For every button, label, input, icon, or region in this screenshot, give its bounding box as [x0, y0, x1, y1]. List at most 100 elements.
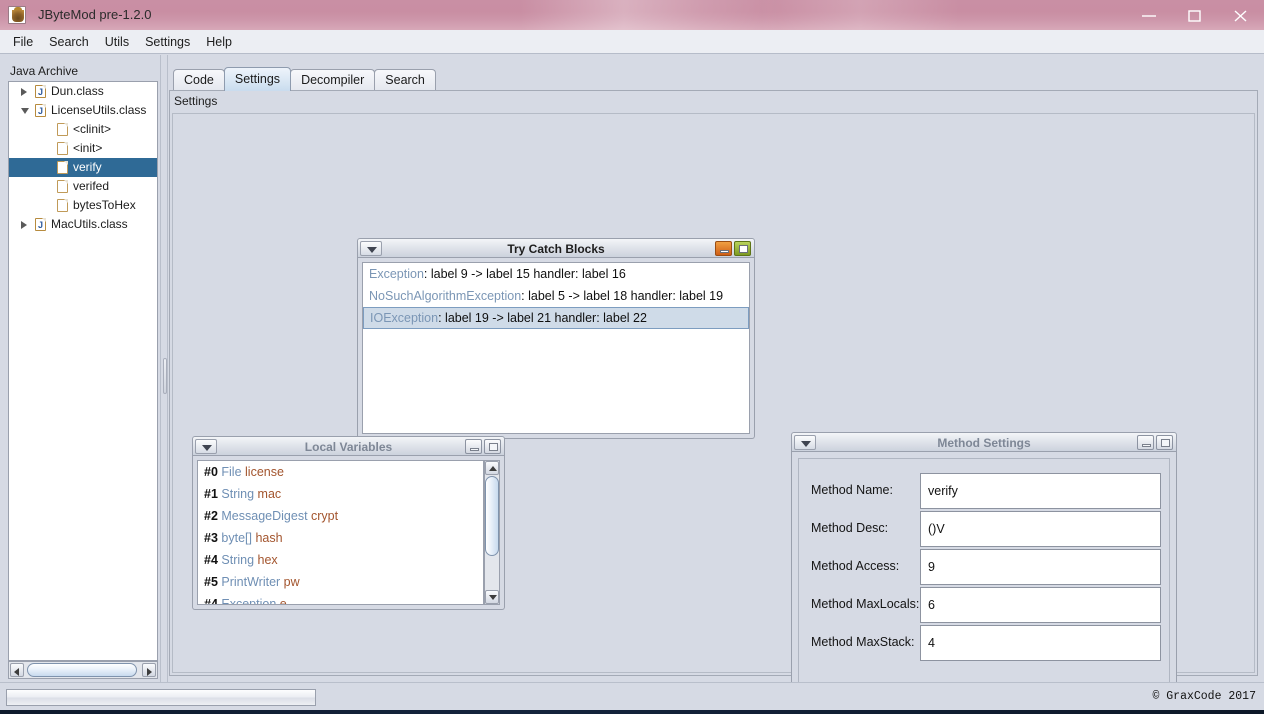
local-variable-type: byte[] [221, 531, 256, 545]
split-pane-divider[interactable] [160, 55, 168, 682]
menu-item-help[interactable]: Help [199, 33, 239, 51]
field-input-methodmaxstack[interactable]: 4 [920, 625, 1161, 661]
tree-item-label: <init> [73, 141, 103, 155]
try-catch-row[interactable]: NoSuchAlgorithmException: label 5 -> lab… [363, 285, 749, 307]
try-catch-row[interactable]: Exception: label 9 -> label 15 handler: … [363, 263, 749, 285]
tree-item-verifed[interactable]: verifed [9, 177, 157, 196]
tree-item-macutilsclass[interactable]: J MacUtils.class [9, 215, 157, 234]
scroll-right-icon[interactable] [142, 663, 156, 677]
scroll-up-icon[interactable] [485, 461, 499, 475]
menu-item-search[interactable]: Search [42, 33, 96, 51]
try-catch-row[interactable]: IOException: label 19 -> label 21 handle… [363, 307, 749, 329]
panel-minimize-icon[interactable] [1137, 435, 1154, 450]
java-archive-panel: Java Archive J Dun.class J LicenseUtils.cla… [6, 64, 158, 682]
panel-minimize-icon[interactable] [715, 241, 732, 256]
tree-item-bytestohex[interactable]: bytesToHex [9, 196, 157, 215]
tree-item-licenseutilsclass[interactable]: J LicenseUtils.class [9, 101, 157, 120]
tree-item-init[interactable]: <init> [9, 139, 157, 158]
local-variable-row[interactable]: #4 String hex [198, 549, 483, 571]
chevron-right-icon[interactable] [21, 221, 27, 229]
field-label-methoddesc: Method Desc: [811, 521, 889, 535]
tree-item-verify[interactable]: verify [9, 158, 157, 177]
exception-type: IOException [370, 311, 439, 325]
exception-type: NoSuchAlgorithmException [369, 289, 522, 303]
method-settings-panel-titlebar: Method Settings [791, 432, 1177, 452]
java-class-icon: J [35, 218, 46, 231]
local-variable-index: #5 [204, 575, 222, 589]
local-variable-row[interactable]: #0 File license [198, 461, 483, 483]
scroll-thumb[interactable] [485, 476, 499, 556]
tab-code[interactable]: Code [173, 69, 225, 91]
tab-settings[interactable]: Settings [223, 67, 292, 91]
try-catch-list[interactable]: Exception: label 9 -> label 15 handler: … [362, 262, 750, 434]
method-page-icon [57, 199, 68, 212]
local-variable-row[interactable]: #3 byte[] hash [198, 527, 483, 549]
divider-grip[interactable] [163, 358, 167, 394]
field-input-methoddesc[interactable]: ()V [920, 511, 1161, 547]
editor-panel: Code Settings Decompiler Search Settings Tr… [169, 61, 1258, 714]
tree-item-label: LicenseUtils.class [51, 103, 147, 117]
method-settings-row: Method Desc: ()V [807, 511, 1161, 549]
local-variable-row[interactable]: #2 MessageDigest crypt [198, 505, 483, 527]
chevron-down-icon[interactable] [21, 108, 29, 114]
maximize-icon[interactable] [1172, 0, 1218, 30]
local-variable-name: e [279, 597, 287, 605]
settings-canvas: Try Catch Blocks Exception: label 9 -> l… [172, 113, 1255, 714]
menu-item-utils[interactable]: Utils [98, 33, 136, 51]
java-class-icon: J [35, 85, 46, 98]
method-settings-panel[interactable]: Method Settings Method Name: verify Method… [791, 432, 1177, 714]
panel-maximize-icon[interactable] [734, 241, 751, 256]
local-variables-vertical-scrollbar[interactable] [484, 460, 500, 605]
field-input-methodmaxlocals[interactable]: 6 [920, 587, 1161, 623]
progress-bar [6, 689, 316, 706]
chevron-right-icon[interactable] [21, 88, 27, 96]
tree-item-dunclass[interactable]: J Dun.class [9, 82, 157, 101]
method-settings-form: Method Name: verify Method Desc: ()V Method … [798, 458, 1170, 714]
copyright-label: © GraxCode 2017 [1152, 690, 1256, 703]
scroll-left-icon[interactable] [10, 663, 24, 677]
java-class-icon: J [35, 104, 46, 117]
method-page-icon [57, 180, 68, 193]
local-variable-index: #4 [204, 553, 222, 567]
archive-tree[interactable]: J Dun.class J LicenseUtils.class <clinit> <in… [8, 81, 158, 661]
try-catch-blocks-panel[interactable]: Try Catch Blocks Exception: label 9 -> l… [357, 238, 755, 439]
local-variable-name: hex [257, 553, 278, 567]
local-variables-list[interactable]: #0 File license #1 String mac #2 MessageDi… [197, 460, 484, 605]
exception-range: : label 9 -> label 15 handler: label 16 [423, 267, 626, 281]
editor-tabs: Code Settings Decompiler Search [173, 67, 436, 91]
tab-decompiler[interactable]: Decompiler [290, 69, 376, 91]
menubar: File Search Utils Settings Help [0, 30, 1264, 54]
exception-type: Exception [369, 267, 424, 281]
local-variable-type: Exception [221, 597, 280, 605]
tab-content-caption: Settings [174, 94, 218, 108]
tree-horizontal-scrollbar[interactable] [8, 661, 158, 679]
local-variable-type: String [221, 553, 258, 567]
local-variable-name: hash [255, 531, 283, 545]
local-variable-index: #1 [204, 487, 222, 501]
field-label-methodaccess: Method Access: [811, 559, 900, 573]
method-page-icon [57, 142, 68, 155]
scroll-down-icon[interactable] [485, 590, 499, 604]
panel-maximize-icon[interactable] [484, 439, 501, 454]
close-icon[interactable] [1218, 0, 1264, 30]
titlebar-sheen [520, 0, 780, 30]
tree-item-label: verify [73, 160, 102, 174]
field-input-methodname[interactable]: verify [920, 473, 1161, 509]
panel-maximize-icon[interactable] [1156, 435, 1173, 450]
method-settings-row: Method MaxStack: 4 [807, 625, 1161, 663]
tree-item-clinit[interactable]: <clinit> [9, 120, 157, 139]
field-input-methodaccess[interactable]: 9 [920, 549, 1161, 585]
window-titlebar: JByteMod pre-1.2.0 [0, 0, 1264, 30]
menu-item-settings[interactable]: Settings [138, 33, 197, 51]
local-variable-type: PrintWriter [221, 575, 284, 589]
local-variable-row[interactable]: #5 PrintWriter pw [198, 571, 483, 593]
scroll-thumb[interactable] [27, 663, 137, 677]
local-variables-panel[interactable]: Local Variables #0 File license #1 String… [192, 436, 505, 610]
panel-minimize-icon[interactable] [465, 439, 482, 454]
tab-search[interactable]: Search [374, 69, 436, 91]
local-variable-row[interactable]: #4 Exception e [198, 593, 483, 605]
minimize-icon[interactable] [1126, 0, 1172, 30]
local-variables-panel-titlebar: Local Variables [192, 436, 505, 456]
menu-item-file[interactable]: File [6, 33, 40, 51]
local-variable-row[interactable]: #1 String mac [198, 483, 483, 505]
